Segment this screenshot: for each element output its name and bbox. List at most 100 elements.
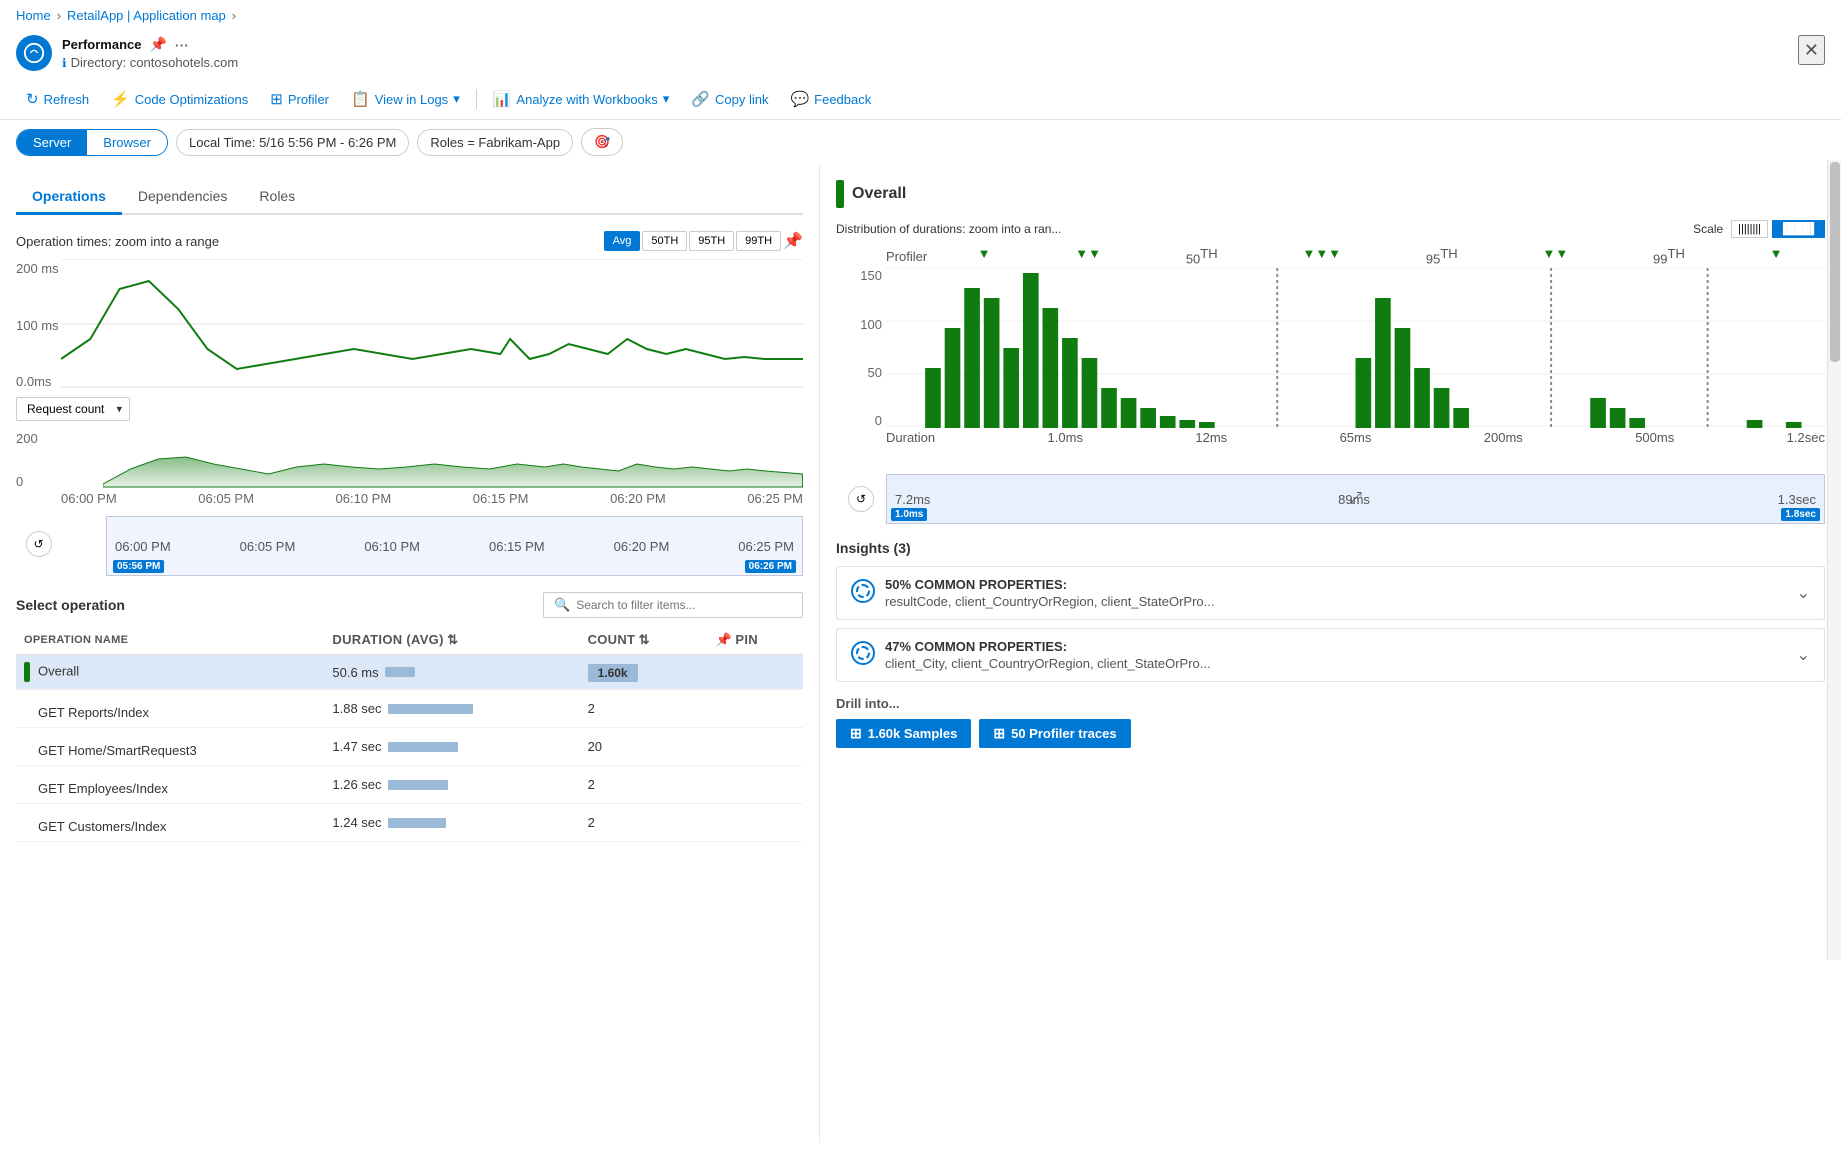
samples-button[interactable]: ⊞ 1.60k Samples xyxy=(836,719,971,748)
op-name-cell: GET Employees/Index xyxy=(16,766,324,804)
tab-roles[interactable]: Roles xyxy=(243,180,311,215)
range-end-label: 06:26 PM xyxy=(745,560,796,573)
analyze-workbooks-button[interactable]: 📊 Analyze with Workbooks ▾ xyxy=(483,85,680,113)
search-input[interactable] xyxy=(576,598,792,612)
roles-filter[interactable]: Roles = Fabrikam-App xyxy=(417,129,573,156)
profiler-marker-5: ▼ xyxy=(1770,246,1783,266)
code-optimizations-button[interactable]: ⚡ Code Optimizations xyxy=(101,85,258,113)
profiler-button[interactable]: ⊞ Profiler xyxy=(260,85,339,113)
toolbar: ↻ Refresh ⚡ Code Optimizations ⊞ Profile… xyxy=(0,79,1841,120)
pin-col-icon: 📌 xyxy=(715,632,732,647)
sort-count-icon[interactable]: ⇅ xyxy=(639,632,650,647)
feedback-button[interactable]: 💬 Feedback xyxy=(780,85,881,113)
op-duration-cell: 1.47 sec xyxy=(324,728,579,766)
profiler-traces-label: 50 Profiler traces xyxy=(1011,726,1117,741)
pin-icon[interactable]: 📌 xyxy=(149,36,166,53)
scale-buttons: Scale |||||||| ▐███▌ xyxy=(1693,220,1825,238)
insight-1-content: 50% COMMON PROPERTIES: resultCode, clien… xyxy=(851,577,1215,609)
area-chart-container: 200 0 xyxy=(16,429,803,489)
profiler-markers: ▼ ▼▼ 50TH ▼▼▼ 95TH ▼▼ 99TH ▼ xyxy=(935,246,1825,266)
scale-log-button[interactable]: ▐███▌ xyxy=(1772,220,1825,238)
range-start-label: 05:56 PM xyxy=(113,560,164,573)
insight-2-text: 47% COMMON PROPERTIES: client_City, clie… xyxy=(885,639,1211,671)
op-pin-cell xyxy=(707,804,803,842)
right-range-back-button[interactable]: ↺ xyxy=(848,486,874,512)
p50-marker: 50TH xyxy=(1186,246,1218,266)
request-count-dropdown[interactable]: Request count xyxy=(16,397,130,421)
drill-title: Drill into... xyxy=(836,696,1825,711)
insights-title: Insights (3) xyxy=(836,540,1825,556)
distribution-header: Distribution of durations: zoom into a r… xyxy=(836,220,1825,238)
scale-linear-button[interactable]: |||||||| xyxy=(1731,220,1768,238)
more-options-icon[interactable]: ··· xyxy=(175,37,189,53)
sort-duration-icon[interactable]: ⇅ xyxy=(447,632,458,647)
breadcrumb-app[interactable]: RetailApp | Application map xyxy=(67,8,226,23)
insight-card-2[interactable]: 47% COMMON PROPERTIES: client_City, clie… xyxy=(836,628,1825,682)
compress-icon[interactable]: ⤢ xyxy=(1349,490,1362,508)
left-panel: Operations Dependencies Roles Operation … xyxy=(0,164,820,1143)
insight-2-chevron[interactable]: ⌄ xyxy=(1797,645,1810,665)
insight-2-desc: client_City, client_CountryOrRegion, cli… xyxy=(885,656,1211,671)
insight-2-spinner xyxy=(856,646,870,660)
avg-btn[interactable]: Avg xyxy=(604,231,641,251)
refresh-icon: ↻ xyxy=(26,90,39,108)
copy-link-button[interactable]: 🔗 Copy link xyxy=(681,85,778,113)
search-box[interactable]: 🔍 xyxy=(543,592,803,618)
server-tab[interactable]: Server xyxy=(17,130,87,155)
drill-section: Drill into... ⊞ 1.60k Samples ⊞ 50 Profi… xyxy=(836,696,1825,748)
p99-marker: 99TH xyxy=(1653,246,1685,266)
browser-tab[interactable]: Browser xyxy=(87,130,167,155)
right-panel: Overall Distribution of durations: zoom … xyxy=(820,164,1841,1143)
profiler-icon: ⊞ xyxy=(270,90,283,108)
tab-operations[interactable]: Operations xyxy=(16,180,122,215)
op-count-cell: 2 xyxy=(580,690,708,728)
add-filter-button[interactable]: 🎯 xyxy=(581,128,623,156)
scrollbar-thumb[interactable] xyxy=(1830,162,1840,362)
time-filter[interactable]: Local Time: 5/16 5:56 PM - 6:26 PM xyxy=(176,129,409,156)
table-row[interactable]: Overall50.6 ms1.60k xyxy=(16,655,803,690)
profiler-marker-1: ▼ xyxy=(978,246,991,266)
insight-1-chevron[interactable]: ⌄ xyxy=(1797,583,1810,603)
table-row[interactable]: GET Employees/Index1.26 sec2 xyxy=(16,766,803,804)
op-count-cell: 2 xyxy=(580,766,708,804)
close-button[interactable]: ✕ xyxy=(1798,35,1825,65)
profiler-traces-button[interactable]: ⊞ 50 Profiler traces xyxy=(979,719,1130,748)
range-back-button[interactable]: ↺ xyxy=(26,531,52,557)
workbooks-icon: 📊 xyxy=(493,90,512,108)
op-count-cell: 2 xyxy=(580,804,708,842)
insight-1-desc: resultCode, client_CountryOrRegion, clie… xyxy=(885,594,1215,609)
profiler-marker-4: ▼▼ xyxy=(1543,246,1569,266)
main-layout: Operations Dependencies Roles Operation … xyxy=(0,164,1841,1143)
p50-btn[interactable]: 50TH xyxy=(642,231,687,251)
p99-btn[interactable]: 99TH xyxy=(736,231,781,251)
info-icon: ℹ xyxy=(62,56,67,70)
op-duration-cell: 50.6 ms xyxy=(324,655,579,690)
overall-indicator xyxy=(836,180,844,208)
breadcrumb-home[interactable]: Home xyxy=(16,8,51,23)
chart-header: Operation times: zoom into a range Avg 5… xyxy=(16,231,803,251)
p95-btn[interactable]: 95TH xyxy=(689,231,734,251)
op-count-cell: 1.60k xyxy=(580,655,708,690)
table-row[interactable]: GET Home/SmartRequest31.47 sec20 xyxy=(16,728,803,766)
copy-icon: 🔗 xyxy=(691,90,710,108)
pin-chart-button[interactable]: 📌 xyxy=(783,231,803,251)
profiler-marker-3: ▼▼▼ xyxy=(1302,246,1341,266)
histogram: 150 100 50 0 xyxy=(836,268,1825,468)
table-row[interactable]: GET Customers/Index1.24 sec2 xyxy=(16,804,803,842)
chart-y-labels: 200 ms 100 ms 0.0ms xyxy=(16,259,61,389)
breadcrumb: Home › RetailApp | Application map › xyxy=(0,0,1841,31)
roles-filter-text: Roles = Fabrikam-App xyxy=(430,135,560,150)
insight-1-icon xyxy=(851,579,875,603)
refresh-button[interactable]: ↻ Refresh xyxy=(16,85,99,113)
table-row[interactable]: GET Reports/Index1.88 sec2 xyxy=(16,690,803,728)
histogram-x-labels: Duration 1.0ms 12ms 65ms 200ms 500ms 1.2… xyxy=(886,430,1825,445)
code-opt-icon: ⚡ xyxy=(111,90,130,108)
right-range-row: ↺ ⤢ 7.2ms 89ms 1.3sec 1.0ms 1.8sec xyxy=(836,474,1825,524)
tab-dependencies[interactable]: Dependencies xyxy=(122,180,244,215)
view-in-logs-button[interactable]: 📋 View in Logs ▾ xyxy=(341,85,470,113)
feedback-icon: 💬 xyxy=(790,90,809,108)
time-axis: 06:00 PM 06:05 PM 06:10 PM 06:15 PM 06:2… xyxy=(61,491,803,506)
insight-card-1[interactable]: 50% COMMON PROPERTIES: resultCode, clien… xyxy=(836,566,1825,620)
overall-header: Overall xyxy=(836,180,1825,208)
insight-1-text: 50% COMMON PROPERTIES: resultCode, clien… xyxy=(885,577,1215,609)
